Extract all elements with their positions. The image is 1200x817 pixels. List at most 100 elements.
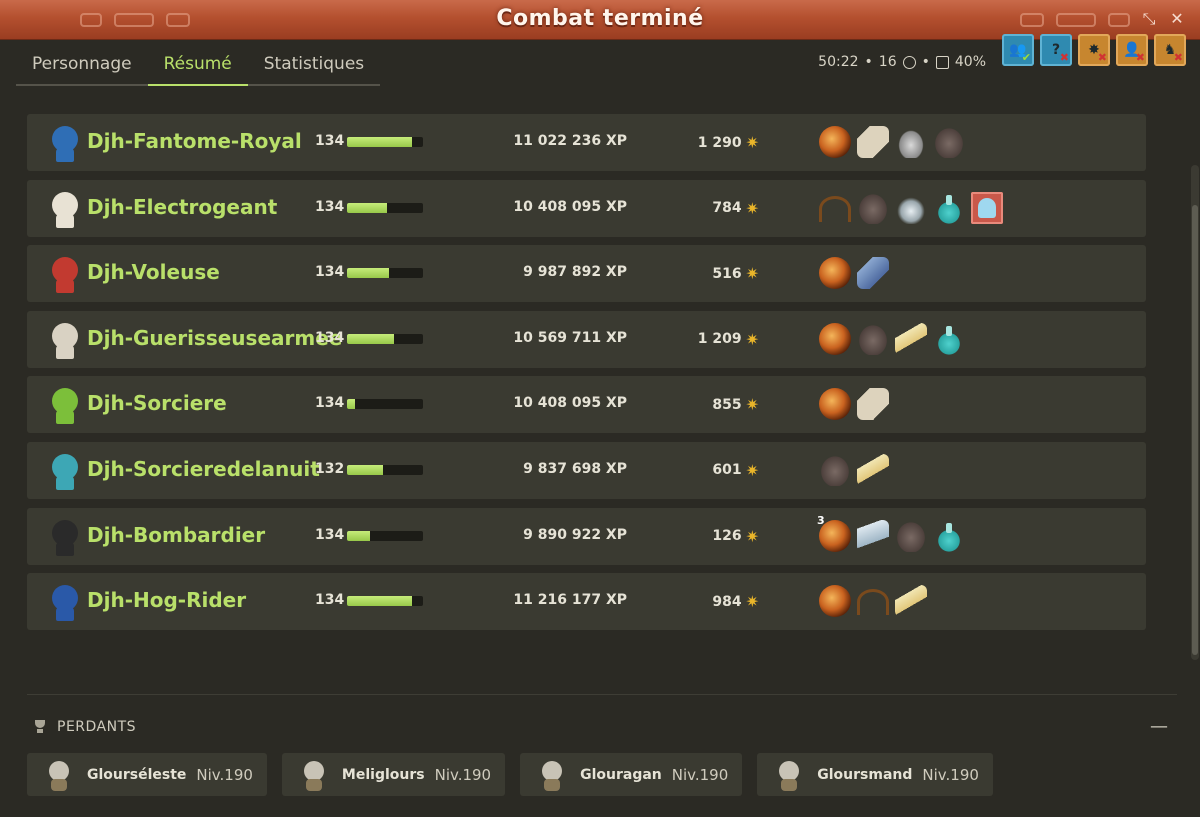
orb-item-icon[interactable] (819, 388, 851, 421)
winner-row[interactable]: Djh-Hog-Rider 134 11 216 177 XP 984 ✷ (27, 573, 1146, 631)
whip-item-icon[interactable] (819, 195, 851, 222)
loot-list: 3 (817, 514, 965, 552)
character-name[interactable]: Djh-Sorciere (87, 391, 227, 415)
rock-item-icon[interactable] (933, 126, 965, 158)
orb-item-icon[interactable] (819, 257, 851, 290)
collapse-button[interactable]: — (1150, 716, 1168, 737)
monster-avatar (41, 757, 77, 793)
winner-row[interactable]: Djh-Fantome-Royal 134 11 022 236 XP 1 29… (27, 114, 1146, 171)
tab-personnage[interactable]: Personnage (16, 52, 148, 86)
scrollbar[interactable] (1191, 165, 1199, 660)
wing-item-icon[interactable] (857, 519, 889, 552)
spectator-icon[interactable]: 👥 ✔ (1002, 34, 1034, 66)
loot-list (819, 585, 927, 618)
xp-gained: 11 022 236 XP (513, 133, 627, 149)
xp-progress-bar (347, 202, 423, 213)
potion-item-icon[interactable] (933, 191, 965, 224)
xp-gained: 11 216 177 XP (513, 592, 627, 609)
character-name[interactable]: Djh-Fantome-Royal (87, 129, 302, 153)
mount-icon[interactable]: ♞ ✖ (1154, 34, 1186, 66)
rock-item-icon[interactable] (895, 519, 927, 552)
kamas-icon: ✷ (745, 460, 759, 480)
winner-row[interactable]: Djh-Guerisseusearmee 134 10 569 711 XP 1… (27, 310, 1146, 368)
avatar-body (56, 607, 74, 622)
rock-item-icon[interactable] (857, 322, 889, 355)
monster-name: Meliglours (341, 766, 425, 783)
kamas-icon: ✷ (745, 133, 759, 152)
loser-card[interactable]: Gloursmand Niv.190 (757, 753, 993, 796)
character-level: 134 (315, 395, 345, 412)
character-level: 134 (315, 329, 345, 346)
trophy-icon (33, 720, 47, 734)
fight-options: 👥 ✔ ? ✖ ✸ ✖ 👤 ✖ ♞ ✖ (1002, 34, 1186, 66)
loot-list (819, 322, 965, 355)
potion-item-icon[interactable] (933, 519, 965, 552)
monster-level: Niv.190 (922, 765, 979, 784)
tab-statistiques[interactable]: Statistiques (248, 52, 380, 86)
kamas-value: 1 290 (697, 134, 742, 151)
ghost-item-icon[interactable] (971, 191, 1003, 224)
kamas-gained: 784 ✷ (712, 199, 759, 218)
character-name[interactable]: Djh-Sorcieredelanuit (87, 457, 320, 481)
orb-item-icon[interactable] (819, 585, 851, 618)
kamas-value: 126 (712, 528, 742, 545)
avatar-body (56, 475, 74, 490)
winner-row[interactable]: Djh-Voleuse 134 9 987 892 XP 516 ✷ (27, 245, 1146, 303)
close-icon[interactable]: ✕ (1166, 8, 1188, 30)
party-only-icon[interactable]: 👤 ✖ (1116, 34, 1148, 66)
character-name[interactable]: Djh-Guerisseusearmee (87, 326, 342, 350)
xp-progress-fill (347, 137, 412, 147)
orb-item-icon[interactable]: 3 (817, 514, 851, 552)
loser-card[interactable]: Glourséleste Niv.190 (27, 753, 267, 796)
whip-item-icon[interactable] (857, 589, 889, 616)
character-avatar (45, 384, 85, 426)
minimize-icon[interactable]: ⤡ (1138, 8, 1160, 30)
xp-gained: 10 569 711 XP (513, 329, 627, 346)
rock-item-icon[interactable] (819, 453, 851, 486)
loot-list (819, 191, 1003, 224)
loser-card[interactable]: Meliglours Niv.190 (281, 753, 506, 796)
paper-item-icon[interactable] (857, 126, 889, 158)
character-name[interactable]: Djh-Electrogeant (87, 195, 277, 219)
orb-item-icon[interactable] (819, 126, 851, 158)
feather-item-icon[interactable] (857, 453, 889, 486)
turns-text: 16 (878, 54, 897, 70)
feather-item-icon[interactable] (895, 322, 927, 355)
xp-progress-fill (347, 596, 413, 607)
kamas-gained: 855 ✷ (712, 395, 759, 414)
kamas-gained: 984 ✷ (712, 592, 759, 611)
losers-header: PERDANTS (33, 719, 136, 735)
winner-row[interactable]: Djh-Bombardier 134 9 890 922 XP 126 ✷ 3 (27, 507, 1146, 565)
loser-card[interactable]: Glouragan Niv.190 (520, 753, 743, 796)
character-avatar (45, 253, 85, 295)
feather-item-icon[interactable] (895, 585, 927, 618)
kamas-gained: 1 290 ✷ (698, 133, 759, 152)
boot-item-icon[interactable] (857, 257, 889, 290)
orb-item-icon[interactable] (819, 322, 851, 355)
character-level: 132 (315, 460, 345, 477)
character-name[interactable]: Djh-Hog-Rider (87, 588, 246, 612)
timer-icon (902, 55, 916, 69)
rock-item-icon[interactable] (857, 191, 889, 224)
winner-row[interactable]: Djh-Electrogeant 134 10 408 095 XP 784 ✷ (27, 179, 1146, 237)
kamas-gained: 1 209 ✷ (698, 330, 759, 349)
tab-resume[interactable]: Résumé (147, 52, 248, 86)
tab-bar: Personnage Résumé Statistiques (16, 52, 381, 86)
xp-gained: 10 408 095 XP (513, 198, 627, 215)
spike-item-icon[interactable] (895, 191, 927, 224)
chest-icon (935, 55, 949, 69)
scrollbar-thumb[interactable] (1192, 205, 1198, 655)
help-icon[interactable]: ? ✖ (1040, 34, 1072, 66)
kamas-icon: ✷ (745, 526, 759, 546)
paper-item-icon[interactable] (857, 388, 889, 421)
character-name[interactable]: Djh-Bombardier (87, 523, 265, 547)
winner-row[interactable]: Djh-Sorcieredelanuit 132 9 837 698 XP 60… (27, 441, 1146, 499)
kamas-gained: 601 ✷ (712, 461, 759, 480)
xp-progress-bar (347, 399, 423, 410)
helmet-item-icon[interactable] (895, 126, 927, 158)
potion-item-icon[interactable] (933, 322, 965, 355)
lock-fight-icon[interactable]: ✸ ✖ (1078, 34, 1110, 66)
monster-name: Glourséleste (87, 766, 187, 783)
winner-row[interactable]: Djh-Sorciere 134 10 408 095 XP 855 ✷ (27, 376, 1146, 434)
character-name[interactable]: Djh-Voleuse (87, 260, 220, 284)
